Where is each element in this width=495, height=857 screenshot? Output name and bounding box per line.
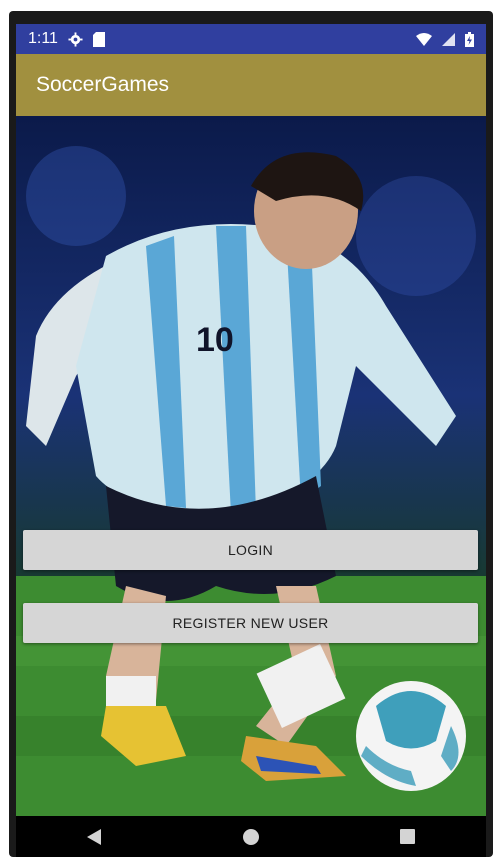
register-new-user-button[interactable]: REGISTER NEW USER [23,603,478,643]
app-bar: SoccerGames [16,54,486,116]
main-content: 10 LOGIN REGISTER NEW USER [16,116,486,816]
battery-icon [465,31,474,47]
wifi-icon [416,32,432,46]
status-bar: 1:11 [16,24,486,54]
home-icon [242,828,259,845]
recents-icon [400,829,416,844]
login-button[interactable]: LOGIN [23,530,478,570]
settings-icon [68,31,83,47]
status-time: 1:11 [28,30,58,47]
sd-card-icon [92,31,105,47]
back-button[interactable] [74,822,114,852]
jersey-number: 10 [196,321,234,359]
navigation-bar [16,816,486,857]
soccer-player-background: 10 [16,146,486,816]
signal-icon [442,32,455,46]
recents-button[interactable] [388,822,428,852]
home-button[interactable] [231,822,271,852]
app-title: SoccerGames [36,73,170,96]
phone-frame: 1:11 SoccerGames 10 LOGIN REGISTER NEW U… [9,11,493,857]
back-icon [87,828,102,845]
